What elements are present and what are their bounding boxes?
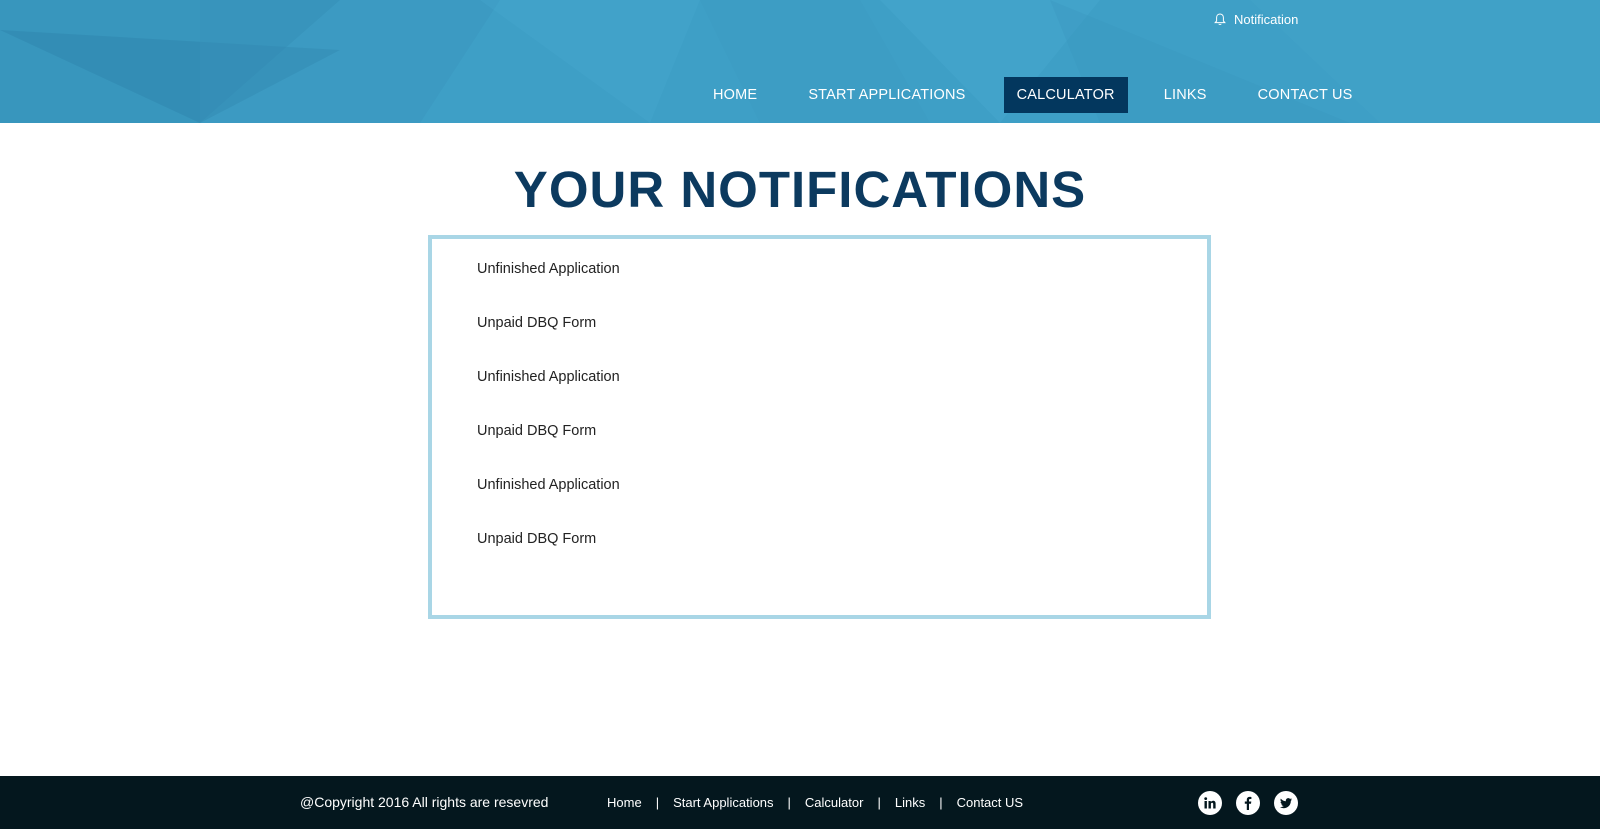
footer-link-calculator[interactable]: Calculator: [805, 795, 864, 810]
nav-contact-us[interactable]: CONTACT US: [1245, 77, 1366, 113]
footer-separator: |: [877, 795, 881, 810]
linkedin-icon[interactable]: [1198, 791, 1222, 815]
footer-link-start-applications[interactable]: Start Applications: [673, 795, 773, 810]
site-header: Notification HOME START APPLICATIONS CAL…: [0, 0, 1600, 123]
bell-icon: [1214, 13, 1226, 25]
facebook-icon[interactable]: [1236, 791, 1260, 815]
notification-label: Notification: [1234, 12, 1299, 27]
nav-links[interactable]: LINKS: [1151, 77, 1220, 113]
notification-item[interactable]: Unpaid DBQ Form: [477, 315, 596, 331]
notification-link[interactable]: Notification: [1214, 12, 1298, 27]
notification-item[interactable]: Unfinished Application: [477, 369, 620, 385]
footer-separator: |: [787, 795, 791, 810]
nav-home[interactable]: HOME: [700, 77, 770, 113]
notification-item[interactable]: Unfinished Application: [477, 477, 620, 493]
footer-link-links[interactable]: Links: [895, 795, 925, 810]
notification-item[interactable]: Unpaid DBQ Form: [477, 423, 596, 439]
notification-item[interactable]: Unfinished Application: [477, 261, 620, 277]
footer-separator: |: [939, 795, 943, 810]
page-title: YOUR NOTIFICATIONS: [513, 161, 1087, 218]
main-nav: HOME START APPLICATIONS CALCULATOR LINKS…: [700, 77, 1366, 113]
footer-separator: |: [655, 795, 660, 810]
notification-item[interactable]: Unpaid DBQ Form: [477, 531, 596, 547]
nav-start-applications[interactable]: START APPLICATIONS: [795, 77, 978, 113]
nav-calculator[interactable]: CALCULATOR: [1003, 77, 1128, 113]
footer-nav: Home | Start Applications | Calculator |…: [607, 776, 1023, 829]
notifications-panel: Unfinished Application Unpaid DBQ Form U…: [428, 235, 1211, 619]
twitter-icon[interactable]: [1274, 791, 1298, 815]
footer-link-contact-us[interactable]: Contact US: [957, 795, 1023, 810]
social-links: [1198, 791, 1298, 815]
site-footer: @Copyright 2016 All rights are resevred …: [0, 776, 1600, 829]
copyright-text: @Copyright 2016 All rights are resevred: [300, 794, 549, 810]
footer-link-home[interactable]: Home: [607, 795, 642, 810]
